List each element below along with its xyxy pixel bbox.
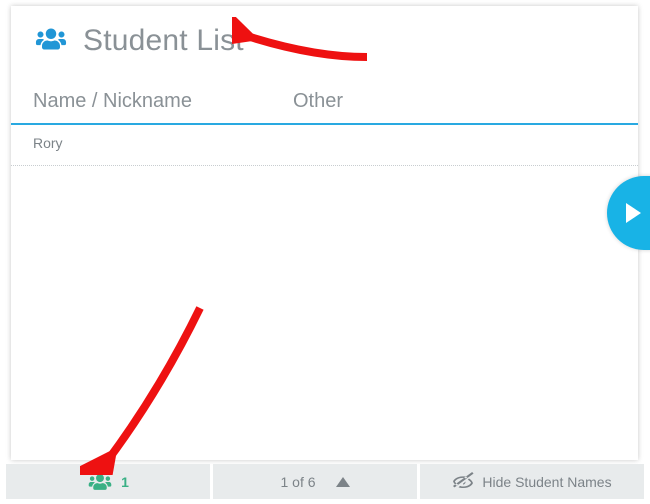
- people-icon: [87, 473, 113, 491]
- hide-names-button[interactable]: Hide Student Names: [420, 464, 644, 499]
- eye-off-icon: [452, 472, 474, 491]
- student-name: Rory: [33, 135, 63, 151]
- footer-bar: 1 1 of 6 Hide Student Names: [6, 464, 644, 499]
- col-other[interactable]: Other: [293, 90, 616, 113]
- table-row[interactable]: Rory: [11, 125, 638, 166]
- play-icon: [626, 203, 641, 223]
- student-list-panel: Student List Name / Nickname Other Rory: [11, 6, 638, 460]
- panel-title: Student List: [83, 24, 244, 58]
- people-icon: [33, 27, 69, 56]
- col-name[interactable]: Name / Nickname: [33, 90, 293, 113]
- table-header: Name / Nickname Other: [11, 64, 638, 125]
- student-count-button[interactable]: 1: [6, 464, 210, 499]
- pager-label: 1 of 6: [280, 474, 315, 490]
- student-count-value: 1: [121, 474, 129, 490]
- caret-up-icon: [336, 477, 350, 487]
- pager-button[interactable]: 1 of 6: [213, 464, 417, 499]
- hide-names-label: Hide Student Names: [482, 474, 611, 490]
- panel-header: Student List: [11, 6, 638, 64]
- app-frame: Student List Name / Nickname Other Rory …: [0, 0, 650, 504]
